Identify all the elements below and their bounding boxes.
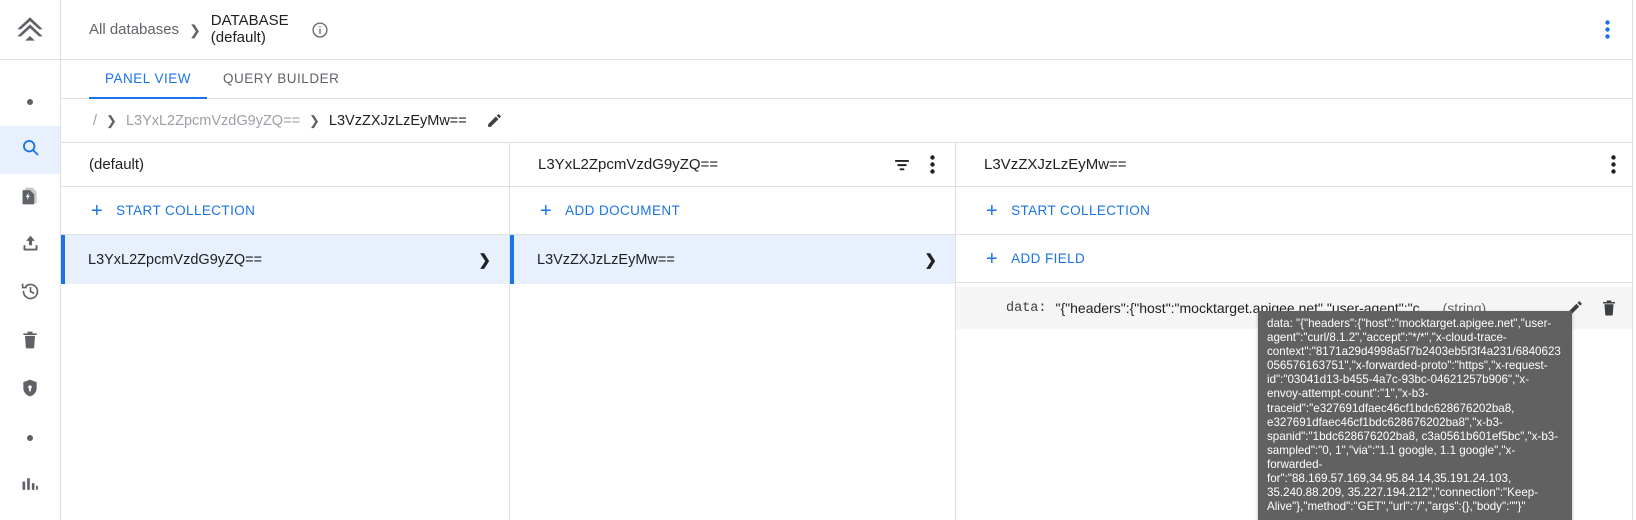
plus-icon: +	[91, 199, 104, 222]
history-icon	[20, 281, 41, 307]
shield-icon	[20, 378, 40, 403]
list-item-collection-label: L3YxL2ZpcmVzdG9yZQ==	[88, 251, 263, 268]
tab-panel-view[interactable]: PANEL VIEW	[89, 60, 208, 99]
panel-collection: L3YxL2ZpcmVzdG9yZQ== + ADD DOCUMENT L3Vz…	[509, 143, 955, 520]
rail-item-usage[interactable]	[0, 462, 60, 510]
plus-icon: +	[986, 199, 999, 222]
breadcrumb-all-databases[interactable]: All databases	[89, 21, 179, 38]
more-vert-icon[interactable]	[924, 149, 941, 180]
panel-document-title: L3VzZXJzLzEyMw==	[984, 156, 1127, 173]
rail-item-functions[interactable]	[0, 174, 60, 222]
rail-item-security[interactable]	[0, 366, 60, 414]
path-root[interactable]: /	[93, 113, 97, 129]
panel-database-header: (default)	[61, 143, 509, 187]
add-field-label: ADD FIELD	[1011, 251, 1086, 266]
chevron-right-icon: ❯	[189, 21, 201, 38]
breadcrumb-database[interactable]: DATABASE (default)	[210, 11, 289, 47]
upload-icon	[20, 233, 41, 259]
start-collection-button-2[interactable]: + START COLLECTION	[956, 187, 1636, 235]
more-vert-icon[interactable]	[1605, 149, 1622, 180]
start-collection-label-1: START COLLECTION	[116, 203, 256, 218]
list-item-document[interactable]: L3VzZXJzLzEyMw== ❯	[510, 235, 955, 284]
vertical-scrollbar[interactable]	[1632, 0, 1636, 520]
info-icon[interactable]	[311, 21, 329, 39]
add-document-label: ADD DOCUMENT	[565, 203, 681, 218]
plus-icon: +	[540, 199, 553, 222]
functions-icon	[20, 186, 40, 211]
breadcrumb-database-line1: DATABASE	[210, 11, 289, 29]
path-segment-document[interactable]: L3VzZXJzLzEyMw==	[329, 113, 467, 129]
tab-query-builder[interactable]: QUERY BUILDER	[207, 60, 355, 99]
breadcrumb: All databases ❯ DATABASE (default)	[89, 11, 1599, 47]
pencil-icon[interactable]	[486, 112, 503, 129]
breadcrumb-database-line2: (default)	[210, 28, 266, 46]
chart-icon	[20, 474, 40, 499]
search-icon	[20, 137, 41, 163]
rail-item-search[interactable]	[0, 126, 60, 174]
chevron-right-icon: ❯	[924, 251, 937, 269]
rail-item-history[interactable]	[0, 270, 60, 318]
chevron-right-icon: ❯	[309, 112, 320, 128]
rail-item-list	[0, 60, 60, 510]
rail-item-dot-bottom	[0, 414, 60, 462]
tab-panel-view-label: PANEL VIEW	[105, 71, 192, 86]
start-collection-button-1[interactable]: + START COLLECTION	[61, 187, 509, 235]
tab-bar: PANEL VIEW QUERY BUILDER	[61, 60, 1636, 99]
firestore-console: All databases ❯ DATABASE (default) PANEL…	[0, 0, 1636, 520]
trash-icon[interactable]	[1600, 299, 1618, 317]
dot-icon	[27, 99, 33, 105]
list-item-document-label: L3VzZXJzLzEyMw==	[537, 251, 675, 268]
start-collection-label-2: START COLLECTION	[1011, 203, 1151, 218]
add-field-button[interactable]: + ADD FIELD	[956, 235, 1636, 283]
panel-collection-title: L3YxL2ZpcmVzdG9yZQ==	[538, 156, 719, 173]
trash-icon	[20, 330, 40, 355]
panel-collection-header: L3YxL2ZpcmVzdG9yZQ==	[510, 143, 955, 187]
panel-database: (default) + START COLLECTION L3YxL2ZpcmV…	[61, 143, 509, 520]
more-vert-icon[interactable]	[1599, 14, 1616, 45]
list-item-collection[interactable]: L3YxL2ZpcmVzdG9yZQ== ❯	[61, 235, 509, 284]
path-segment-collection[interactable]: L3YxL2ZpcmVzdG9yZQ==	[126, 113, 300, 129]
chevron-right-icon: ❯	[478, 251, 491, 269]
firebase-logo-icon[interactable]	[0, 0, 60, 60]
rail-item-upload[interactable]	[0, 222, 60, 270]
tab-query-builder-label: QUERY BUILDER	[223, 71, 340, 86]
plus-icon: +	[986, 247, 999, 270]
panel-document-header: L3VzZXJzLzEyMw==	[956, 143, 1636, 187]
chevron-right-icon: ❯	[106, 112, 117, 128]
field-actions	[1566, 299, 1626, 317]
add-document-button[interactable]: + ADD DOCUMENT	[510, 187, 955, 235]
left-rail	[0, 0, 61, 520]
field-value-tooltip-text: data: "{"headers":{"host":"mocktarget.ap…	[1267, 317, 1561, 514]
field-value-tooltip: data: "{"headers":{"host":"mocktarget.ap…	[1258, 311, 1572, 520]
rail-item-trash[interactable]	[0, 318, 60, 366]
top-bar: All databases ❯ DATABASE (default)	[61, 0, 1636, 60]
rail-item-dot-top	[0, 78, 60, 126]
field-key: data:	[1006, 300, 1047, 316]
dot-icon	[27, 435, 33, 441]
path-bar: / ❯ L3YxL2ZpcmVzdG9yZQ== ❯ L3VzZXJzLzEyM…	[61, 99, 1636, 143]
filter-icon[interactable]	[886, 149, 918, 181]
panel-database-title: (default)	[89, 156, 145, 173]
